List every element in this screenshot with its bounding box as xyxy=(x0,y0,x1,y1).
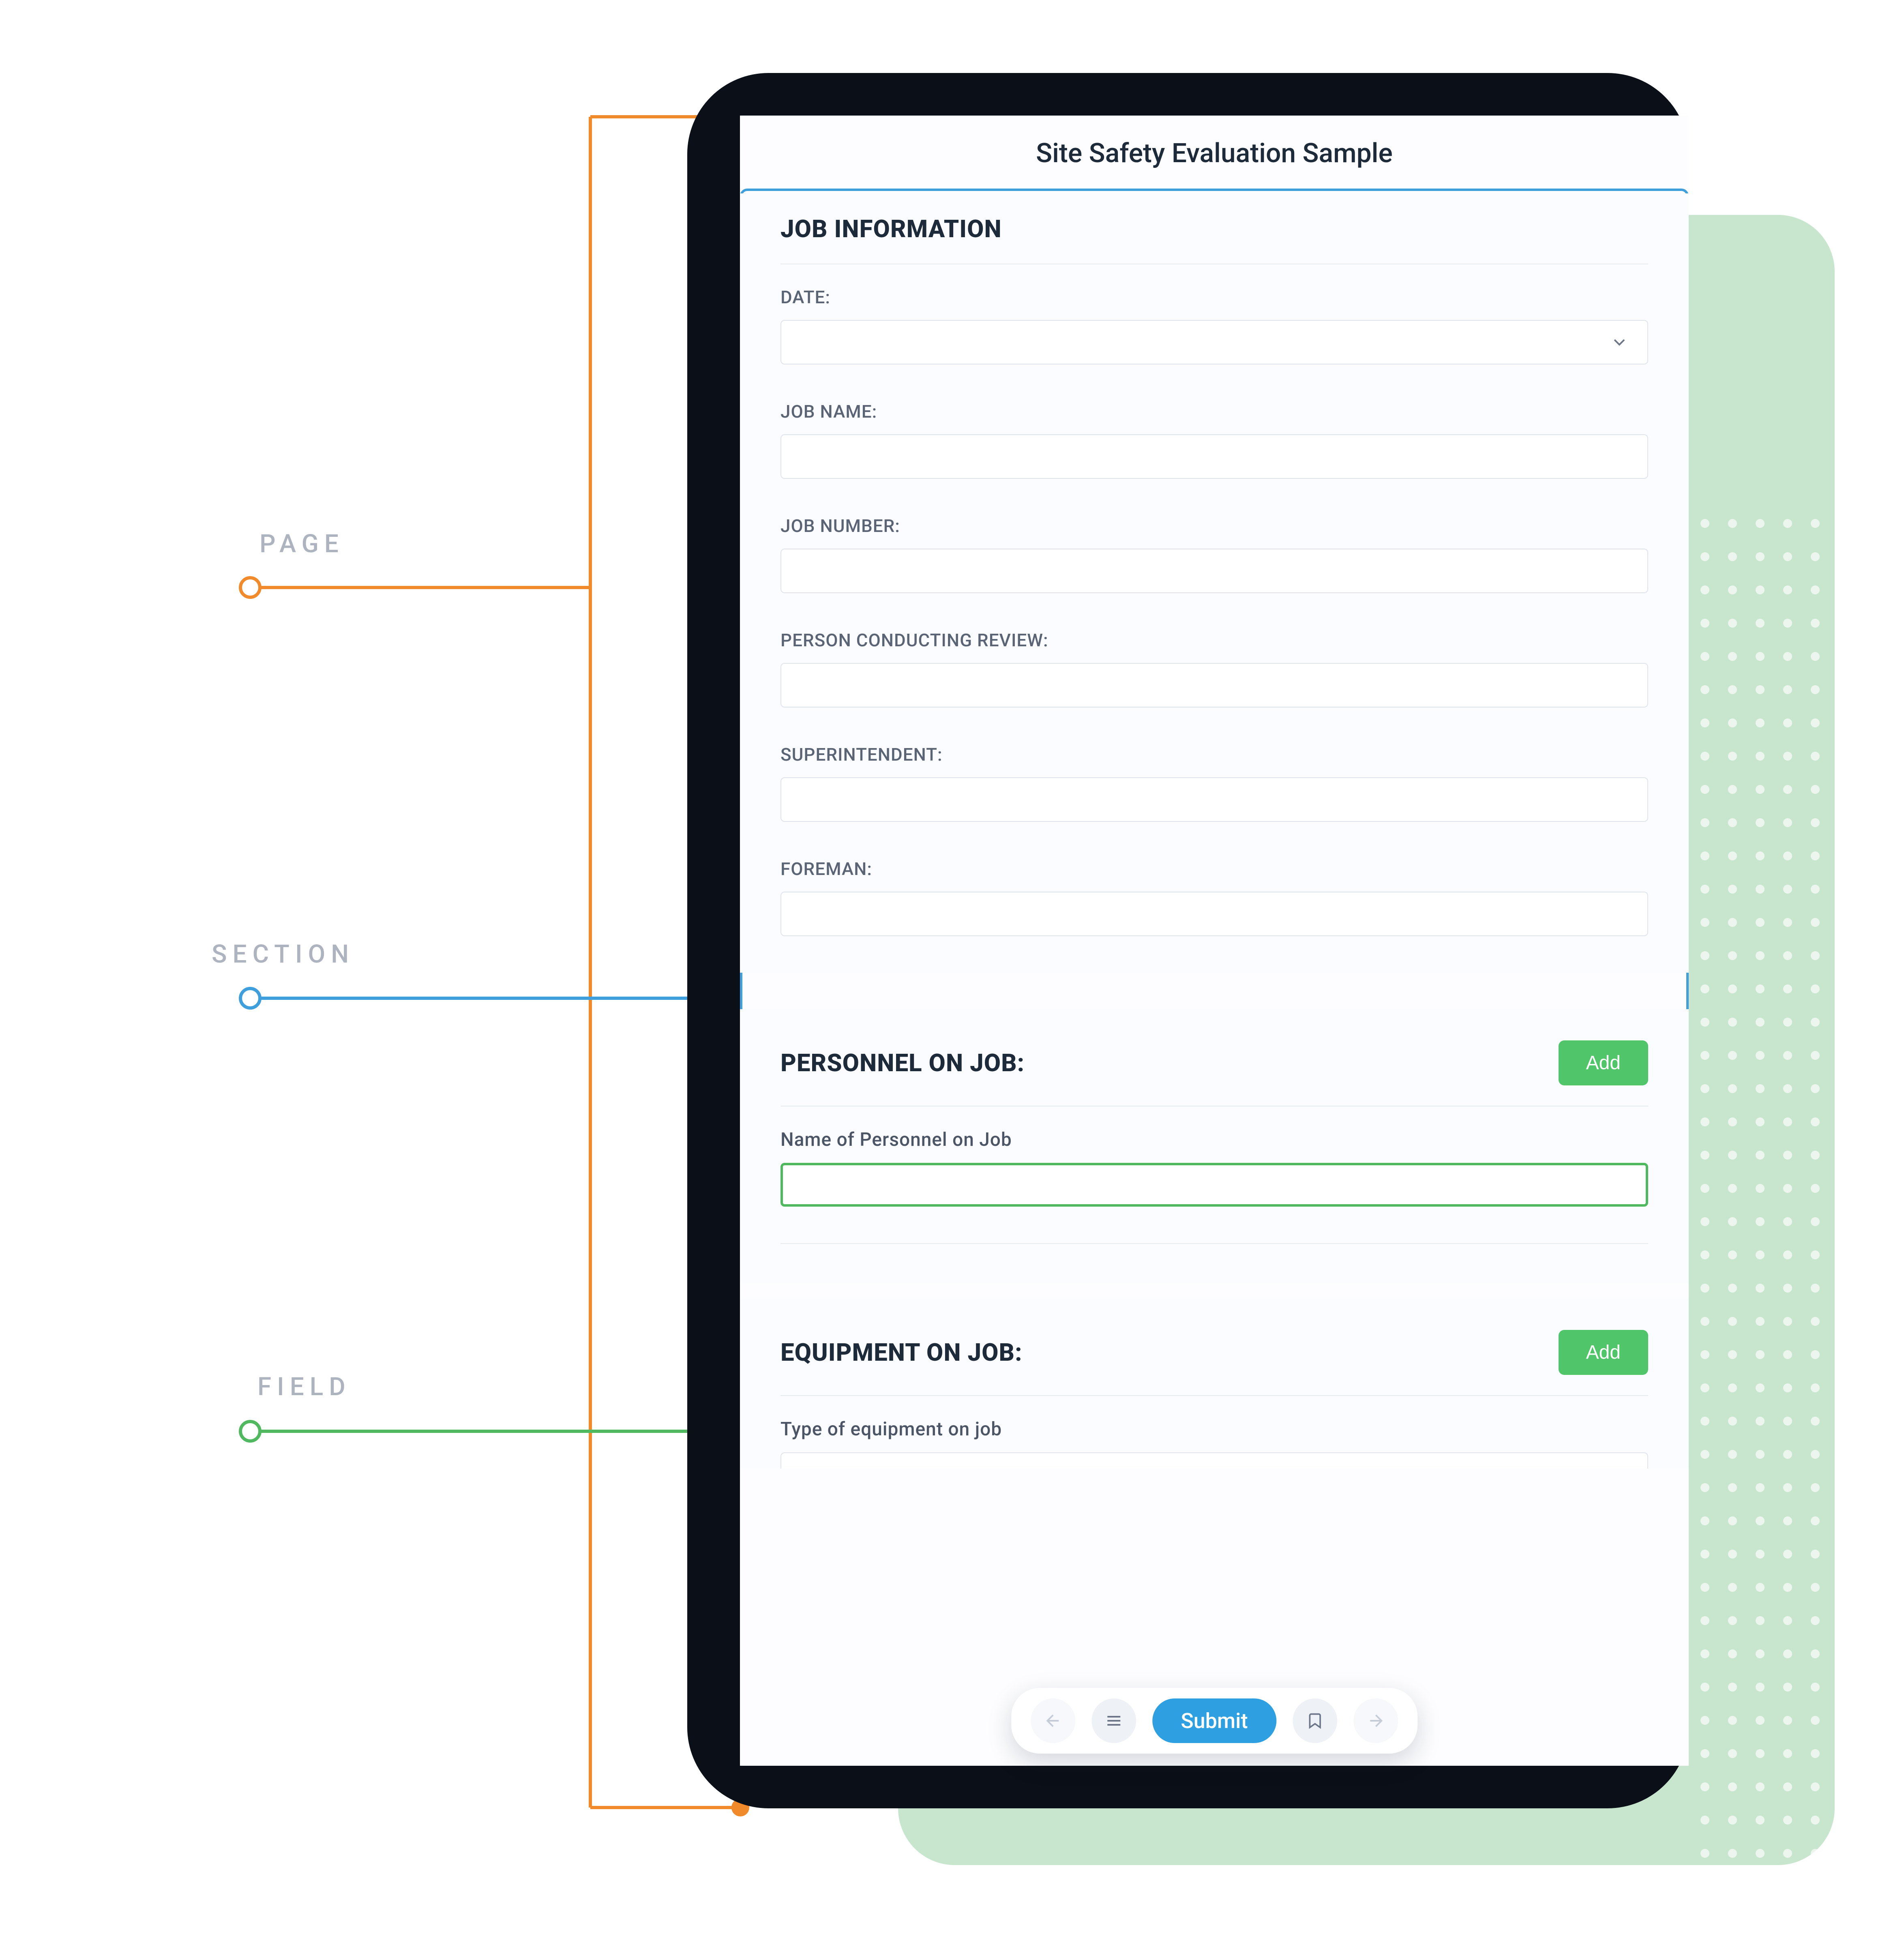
field-personnel-name: Name of Personnel on Job xyxy=(780,1129,1648,1207)
annotation-section-label: SECTION xyxy=(212,939,354,969)
menu-icon xyxy=(1104,1711,1124,1730)
field-job-number: JOB NUMBER: xyxy=(780,515,1648,593)
superintendent-input[interactable] xyxy=(780,777,1648,822)
job-number-input[interactable] xyxy=(780,549,1648,593)
section-equipment-on-job: EQUIPMENT ON JOB: Add Type of equipment … xyxy=(740,1299,1689,1469)
section-title: EQUIPMENT ON JOB: xyxy=(780,1338,1023,1367)
section-title: PERSONNEL ON JOB: xyxy=(780,1049,1025,1077)
section-divider xyxy=(780,1243,1648,1244)
person-conducting-review-input[interactable] xyxy=(780,663,1648,708)
arrow-right-icon xyxy=(1366,1711,1385,1730)
submit-label: Submit xyxy=(1181,1709,1248,1733)
field-label: Type of equipment on job xyxy=(780,1418,1648,1440)
toolbar-back-button[interactable] xyxy=(1031,1698,1075,1743)
toolbar-menu-button[interactable] xyxy=(1091,1698,1136,1743)
field-date: DATE: xyxy=(780,287,1648,365)
field-label: JOB NUMBER: xyxy=(780,515,1648,536)
arrow-left-icon xyxy=(1043,1711,1063,1730)
tablet-frame: Site Safety Evaluation Sample JOB INFORM… xyxy=(687,73,1689,1808)
field-label: Name of Personnel on Job xyxy=(780,1129,1648,1151)
foreman-input[interactable] xyxy=(780,892,1648,936)
date-select[interactable] xyxy=(780,320,1648,365)
section-divider xyxy=(780,1395,1648,1396)
toolbar-submit-button[interactable]: Submit xyxy=(1152,1698,1276,1743)
field-label: PERSON CONDUCTING REVIEW: xyxy=(780,630,1648,651)
form-title: Site Safety Evaluation Sample xyxy=(740,116,1689,193)
bookmark-icon xyxy=(1306,1712,1324,1730)
personnel-name-input[interactable] xyxy=(780,1163,1648,1207)
field-foreman: FOREMAN: xyxy=(780,858,1648,936)
field-label: DATE: xyxy=(780,287,1648,308)
section-personnel-on-job: PERSONNEL ON JOB: Add Name of Personnel … xyxy=(740,1009,1689,1282)
field-superintendent: SUPERINTENDENT: xyxy=(780,744,1648,822)
field-label: SUPERINTENDENT: xyxy=(780,744,1648,765)
annotation-field-label: FIELD xyxy=(257,1372,351,1402)
field-person-conducting-review: PERSON CONDUCTING REVIEW: xyxy=(780,630,1648,708)
equipment-type-input[interactable] xyxy=(780,1452,1648,1469)
field-label: FOREMAN: xyxy=(780,858,1648,879)
bottom-toolbar: Submit xyxy=(1011,1688,1417,1754)
chevron-down-icon xyxy=(1610,332,1629,352)
annotation-page-label: PAGE xyxy=(259,529,344,559)
section-title: JOB INFORMATION xyxy=(780,214,1002,243)
job-name-input[interactable] xyxy=(780,434,1648,479)
field-label: JOB NAME: xyxy=(780,401,1648,422)
add-equipment-button[interactable]: Add xyxy=(1559,1330,1648,1375)
dot-grid-decoration xyxy=(1695,519,1853,1679)
field-job-name: JOB NAME: xyxy=(780,401,1648,479)
field-equipment-type: Type of equipment on job xyxy=(780,1418,1648,1469)
section-job-information: JOB INFORMATION DATE: JOB NAME: JOB NUMB… xyxy=(740,193,1689,973)
toolbar-forward-button[interactable] xyxy=(1353,1698,1398,1743)
tablet-screen: Site Safety Evaluation Sample JOB INFORM… xyxy=(740,116,1689,1766)
add-personnel-button[interactable]: Add xyxy=(1559,1040,1648,1085)
toolbar-bookmark-button[interactable] xyxy=(1293,1698,1337,1743)
